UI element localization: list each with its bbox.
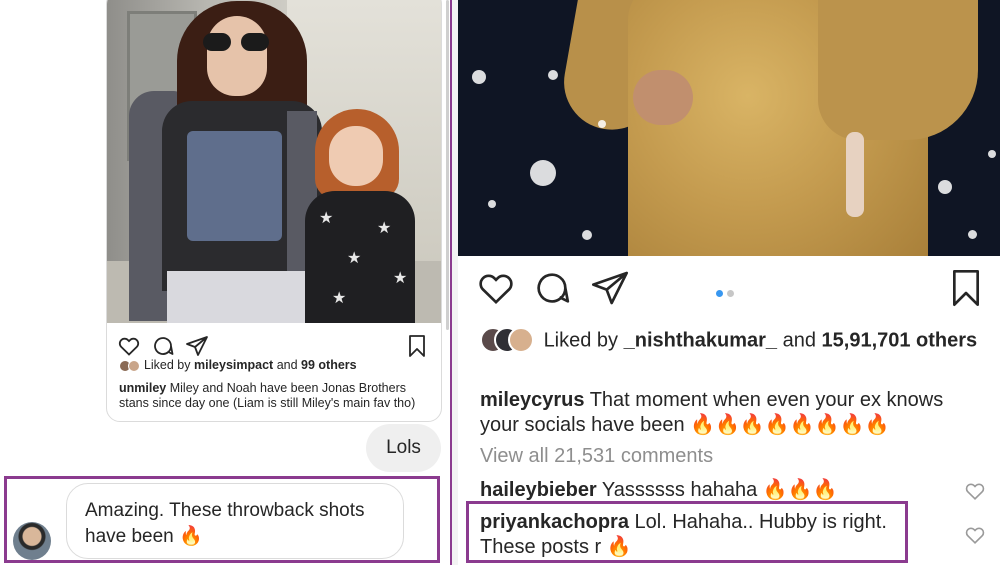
comment-row: haileybieber Yassssss hahaha 🔥🔥🔥	[480, 478, 970, 503]
sent-message-bubble[interactable]: Lols	[366, 424, 441, 472]
photo-accessory	[846, 132, 864, 217]
post-likes: Liked by _nishthakumar_ and 15,91,701 ot…	[480, 327, 990, 355]
photo-arm	[818, 0, 978, 140]
heart-icon[interactable]	[476, 268, 516, 308]
star-print: ★	[393, 270, 408, 287]
comment-text: Yassssss hahaha 🔥🔥🔥	[601, 479, 838, 501]
carousel-dot-active	[716, 290, 723, 297]
shared-post-caption: unmiley Miley and Noah have been Jonas B…	[119, 381, 434, 411]
photo-figure-shirt-print	[187, 131, 282, 241]
sparkle	[530, 160, 556, 186]
view-all-comments-link[interactable]: View all 21,531 comments	[480, 444, 970, 469]
post-photo[interactable]	[458, 0, 1000, 256]
comment-icon[interactable]	[532, 268, 572, 308]
comment-row: priyankachopra Lol. Hahaha.. Hubby is ri…	[480, 510, 905, 560]
caption-username[interactable]: mileycyrus	[480, 389, 585, 411]
comment-like-heart-icon[interactable]	[964, 524, 986, 546]
liked-count[interactable]: 99 others	[301, 358, 357, 372]
panel-divider	[450, 0, 458, 565]
liked-mid: and	[782, 329, 816, 352]
avatar	[508, 327, 534, 353]
sparkle	[938, 180, 952, 194]
sparkle	[548, 70, 558, 80]
heart-icon[interactable]	[117, 334, 141, 358]
shared-post-actions	[117, 334, 433, 360]
instagram-post-panel: Liked by _nishthakumar_ and 15,91,701 ot…	[458, 0, 1000, 565]
sparkle	[488, 200, 496, 208]
sparkle	[598, 120, 606, 128]
avatar[interactable]	[13, 522, 51, 560]
liked-prefix: Liked by	[543, 329, 619, 352]
avatar	[128, 359, 140, 372]
carousel-dot	[727, 290, 734, 297]
liked-count[interactable]: 15,91,701 others	[822, 329, 978, 351]
received-message-bubble[interactable]: Amazing. These throwback shots have been…	[66, 483, 404, 559]
carousel-indicator	[716, 284, 746, 297]
sparkle	[582, 230, 592, 240]
post-caption: mileycyrus That moment when even your ex…	[480, 388, 970, 438]
sparkle	[968, 230, 977, 239]
dm-conversation-panel: ★ ★ ★ ★ ★ Liked by mileysimpact and 99 o…	[0, 0, 450, 565]
comment-username[interactable]: priyankachopra	[480, 511, 629, 533]
star-print: ★	[347, 250, 362, 267]
photo-figure-face	[207, 16, 267, 96]
shared-post-photo[interactable]: ★ ★ ★ ★ ★	[107, 0, 441, 323]
liked-mid: and	[276, 358, 298, 372]
shared-post-card[interactable]: ★ ★ ★ ★ ★ Liked by mileysimpact and 99 o…	[106, 0, 442, 422]
scrollbar[interactable]	[446, 0, 449, 330]
sparkle	[472, 70, 486, 84]
photo-child-face	[329, 126, 383, 186]
star-print: ★	[319, 210, 334, 227]
bookmark-icon[interactable]	[405, 334, 429, 358]
liked-by-avatars	[480, 327, 534, 355]
caption-username[interactable]: unmiley	[119, 381, 166, 395]
comment-username[interactable]: haileybieber	[480, 479, 597, 501]
liked-user[interactable]: _nishthakumar_	[624, 329, 777, 351]
comment-like-heart-icon[interactable]	[964, 480, 986, 502]
photo-figure-skirt	[167, 271, 307, 323]
shared-post-likes: Liked by mileysimpact and 99 others	[119, 358, 439, 376]
comment-icon[interactable]	[151, 334, 175, 358]
share-icon[interactable]	[590, 268, 630, 308]
star-print: ★	[332, 290, 347, 307]
sparkle	[988, 150, 996, 158]
sunglasses	[203, 33, 271, 51]
liked-prefix: Liked by	[143, 358, 191, 372]
share-icon[interactable]	[185, 334, 209, 358]
photo-hand	[633, 70, 693, 125]
bookmark-icon[interactable]	[946, 268, 986, 308]
star-print: ★	[377, 220, 392, 237]
liked-user[interactable]: mileysimpact	[194, 358, 273, 372]
